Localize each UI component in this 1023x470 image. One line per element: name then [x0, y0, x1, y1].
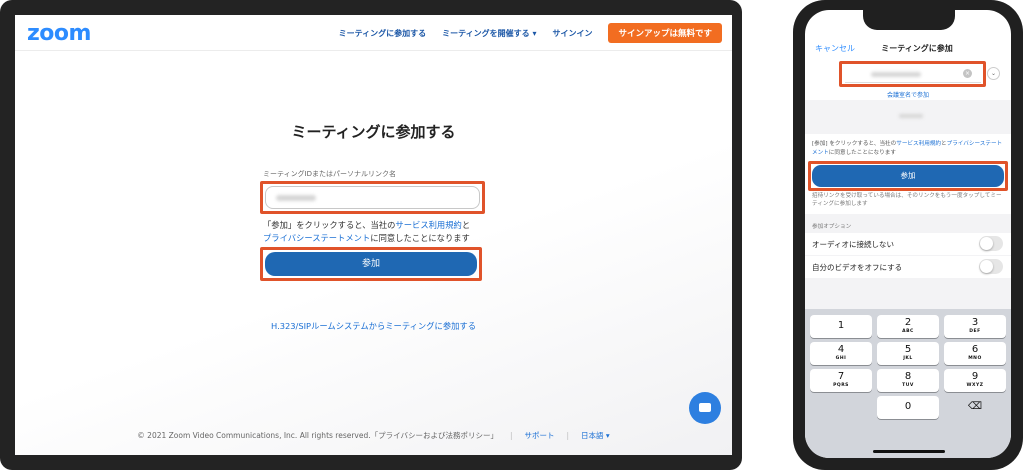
- key-4[interactable]: 4 GHI: [810, 342, 872, 365]
- tablet-frame: zoom ミーティングに参加する ミーティングを開催する ▾ サインイン サイン…: [0, 0, 742, 470]
- footer-separator: |: [509, 431, 513, 440]
- nav-signin[interactable]: サインイン: [552, 28, 592, 39]
- mobile-join-button[interactable]: 参加: [812, 165, 1004, 187]
- phone-notch: [863, 10, 955, 30]
- signup-button[interactable]: サインアップは無料です: [608, 23, 722, 43]
- chat-bubble-icon[interactable]: [689, 392, 721, 424]
- key-6[interactable]: 6 MNO: [944, 342, 1006, 365]
- backspace-icon[interactable]: ⌫: [944, 396, 1006, 419]
- nav-host-meeting[interactable]: ミーティングを開催する ▾: [442, 28, 536, 39]
- nav-links: ミーティングに参加する ミーティングを開催する ▾ サインイン サインアップは無…: [339, 23, 722, 43]
- option-video-off-label: 自分のビデオをオフにする: [812, 263, 903, 272]
- mobile-meeting-id-input[interactable]: ×: [845, 66, 981, 83]
- terms-suffix: に同意したことになります: [370, 233, 470, 243]
- web-join-page: zoom ミーティングに参加する ミーティングを開催する ▾ サインイン サイン…: [15, 15, 732, 455]
- history-dropdown-icon[interactable]: ⌄: [987, 67, 1000, 80]
- clear-input-icon[interactable]: ×: [963, 69, 972, 78]
- blurred-meeting-id: [871, 72, 921, 77]
- numeric-keypad: 1 2 ABC 3 DEF 4 GHI 5 JKL 6 MNO 7 PQRS 8 TUV 9W…: [805, 309, 1011, 458]
- sip-room-link[interactable]: H.323/SIPルームシステムからミーティングに参加する: [15, 320, 732, 332]
- join-button[interactable]: 参加: [265, 252, 477, 276]
- nav-join-meeting[interactable]: ミーティングに参加する: [339, 28, 427, 39]
- terms-prefix: 「参加」をクリックすると、当社の: [263, 220, 396, 230]
- blurred-meeting-id: [276, 194, 316, 201]
- key-7[interactable]: 7 PQRS: [810, 369, 872, 392]
- footer-separator: |: [566, 431, 570, 440]
- video-off-toggle[interactable]: [979, 259, 1003, 274]
- key-blank: [810, 396, 872, 419]
- home-indicator: [873, 450, 945, 453]
- page-title: ミーティングに参加する: [291, 123, 456, 141]
- zoom-logo[interactable]: zoom: [27, 21, 91, 46]
- privacy-statement-link[interactable]: プライバシーステートメント: [263, 233, 370, 243]
- meeting-id-label: ミーティングIDまたはパーソナルリンク名: [263, 170, 397, 178]
- key-2[interactable]: 2 ABC: [877, 315, 939, 338]
- option-video-off-row: 自分のビデオをオフにする: [805, 256, 1011, 278]
- mobile-join-screen: キャンセル ミーティングに参加 × ⌄ 会議室名で参加 [参加] をクリックする…: [805, 10, 1011, 458]
- option-no-audio-label: オーディオに接続しない: [812, 240, 894, 249]
- support-link[interactable]: サポート: [525, 430, 555, 441]
- key-3[interactable]: 3 DEF: [944, 315, 1006, 338]
- phone-frame: キャンセル ミーティングに参加 × ⌄ 会議室名で参加 [参加] をクリックする…: [793, 0, 1023, 470]
- mobile-terms-link[interactable]: サービス利用規約: [896, 141, 941, 147]
- key-5[interactable]: 5 JKL: [877, 342, 939, 365]
- no-audio-toggle[interactable]: [979, 236, 1003, 251]
- mobile-terms-suffix: に同意したことになります: [828, 150, 896, 156]
- blurred-display-name: [899, 114, 923, 118]
- footer: © 2021 Zoom Video Communications, Inc. A…: [15, 430, 732, 441]
- mobile-terms-prefix: [参加] をクリックすると、当社の: [812, 141, 897, 147]
- option-no-audio-row: オーディオに接続しない: [805, 233, 1011, 255]
- mobile-terms-text: [参加] をクリックすると、当社のサービス利用規約とプライバシーステートメントに…: [812, 140, 1004, 158]
- join-by-room-name-link[interactable]: 会議室名で参加: [805, 90, 1011, 99]
- terms-of-service-link[interactable]: サービス利用規約: [395, 220, 461, 230]
- join-options-label: 参加オプション: [812, 224, 852, 230]
- key-0[interactable]: 0: [877, 396, 939, 419]
- invite-link-note: 招待リンクを受け取っている場合は、そのリンクをもう一度タップしてミーティングに参…: [812, 193, 1002, 207]
- copyright-text[interactable]: © 2021 Zoom Video Communications, Inc. A…: [137, 430, 498, 441]
- terms-and: と: [461, 220, 471, 230]
- terms-text: 「参加」をクリックすると、当社のサービス利用規約と プライバシーステートメントに…: [263, 219, 493, 245]
- meeting-id-input[interactable]: [265, 186, 480, 209]
- display-name-field[interactable]: [805, 100, 1011, 134]
- language-selector[interactable]: 日本語 ▾: [581, 430, 610, 441]
- key-1[interactable]: 1: [810, 315, 872, 338]
- key-9[interactable]: 9 WXYZ: [944, 369, 1006, 392]
- top-navigation: zoom ミーティングに参加する ミーティングを開催する ▾ サインイン サイン…: [15, 15, 732, 51]
- mobile-header: キャンセル ミーティングに参加: [805, 40, 1011, 58]
- mobile-title: ミーティングに参加: [881, 44, 953, 53]
- key-8[interactable]: 8 TUV: [877, 369, 939, 392]
